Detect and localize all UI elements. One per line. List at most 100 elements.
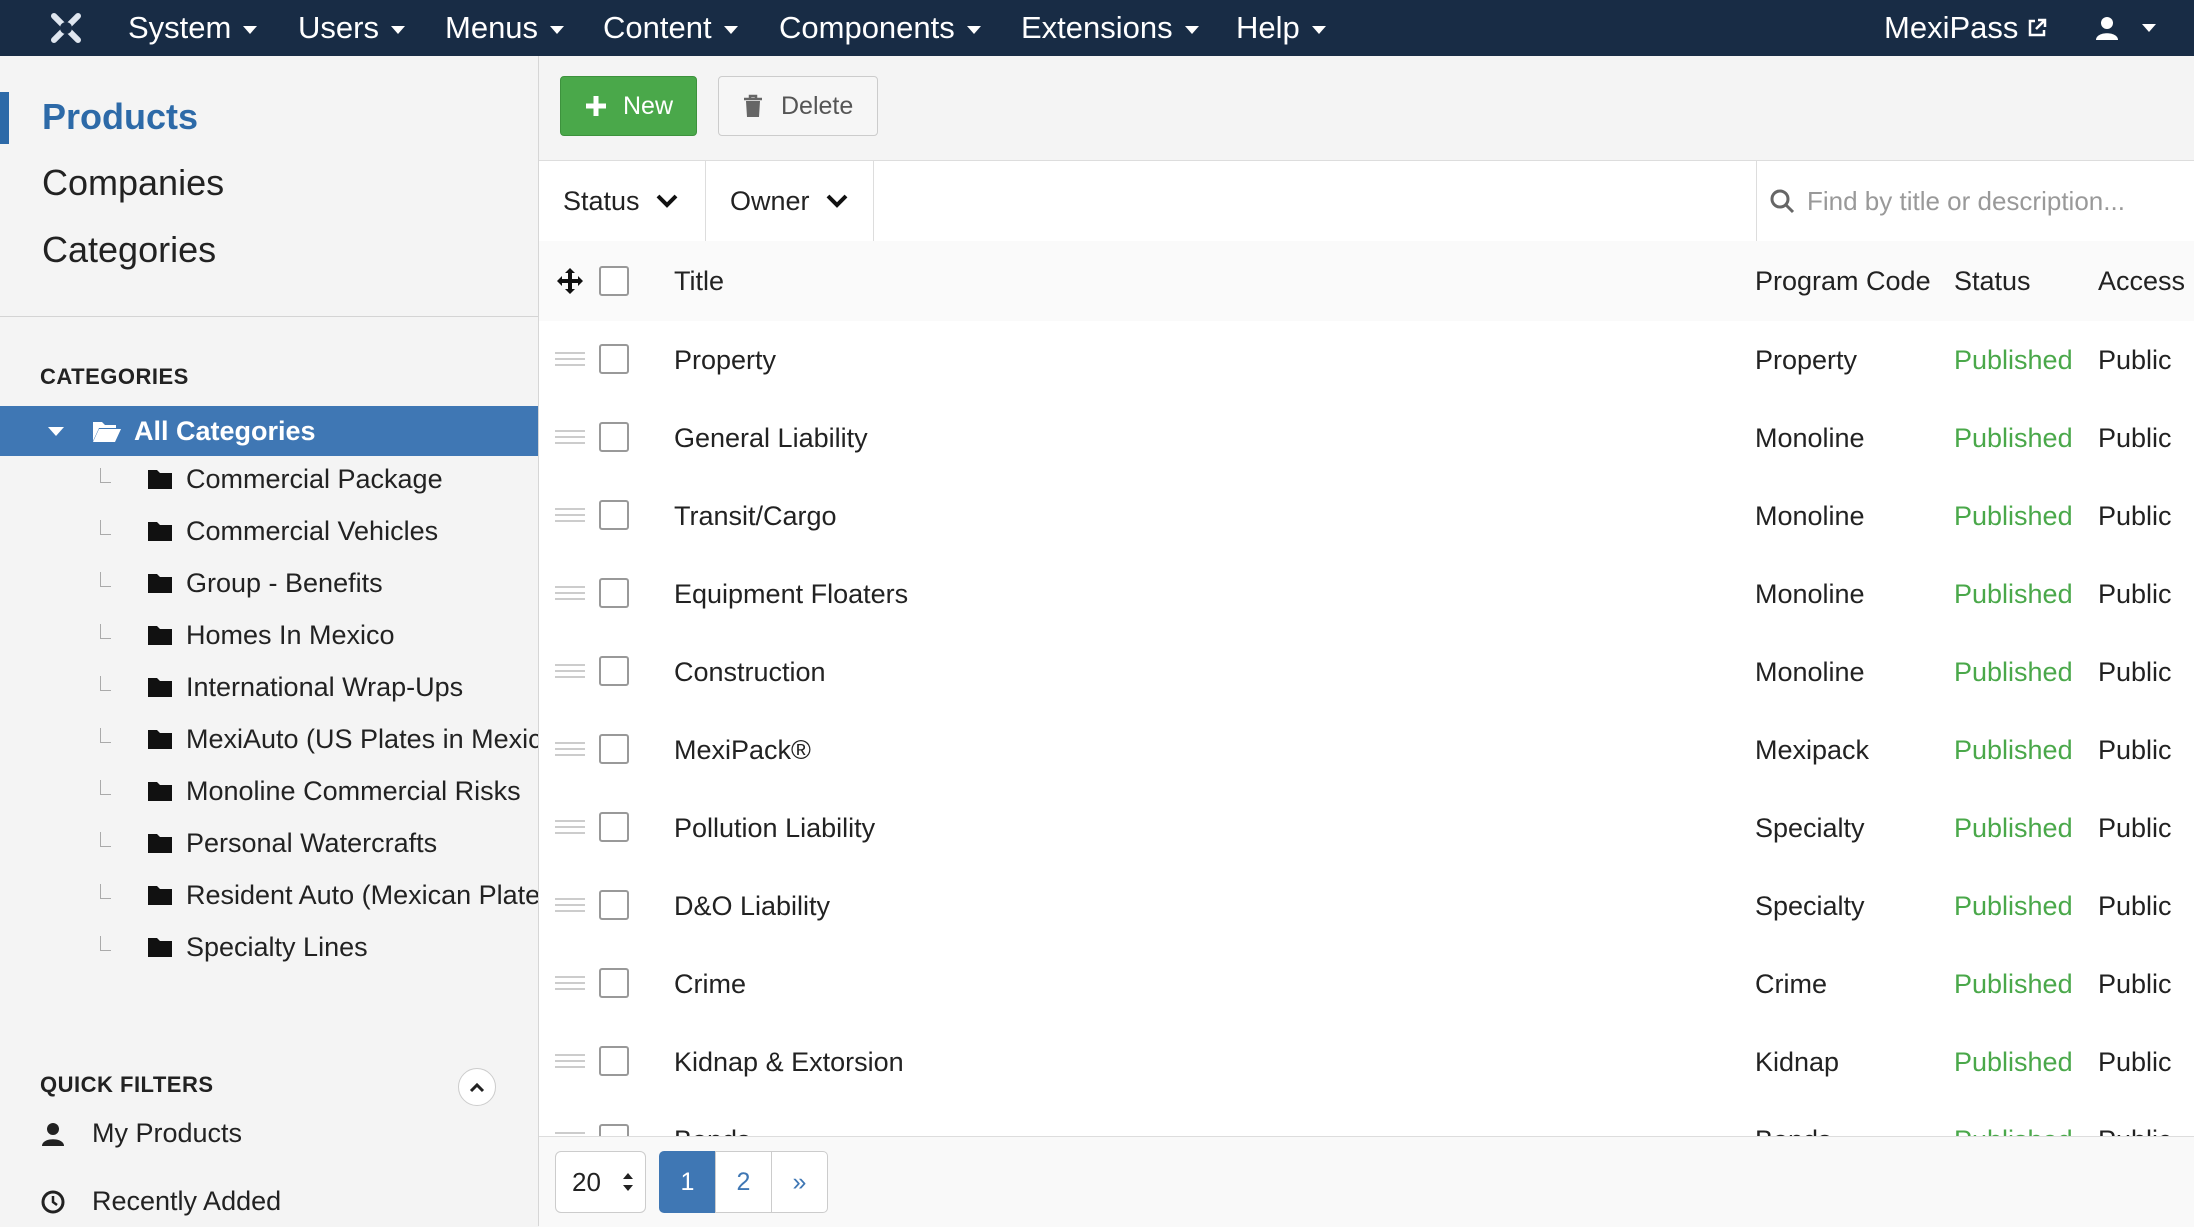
- search-input[interactable]: Find by title or description...: [1756, 161, 2194, 241]
- table-row[interactable]: Equipment Floaters Monoline Published Publi…: [539, 555, 2194, 634]
- sidebar-item-categories[interactable]: Categories: [42, 229, 216, 271]
- row-checkbox[interactable]: [599, 812, 629, 842]
- caret-down-icon[interactable]: [48, 426, 64, 436]
- owner-filter-dropdown[interactable]: Owner: [706, 161, 874, 241]
- cell-status[interactable]: Published: [1954, 477, 2073, 555]
- drag-handle-icon[interactable]: [555, 508, 585, 522]
- cell-title[interactable]: Kidnap & Extorsion: [674, 1023, 904, 1101]
- drag-handle-icon[interactable]: [555, 430, 585, 444]
- table-row[interactable]: MexiPack® Mexipack Published Public: [539, 711, 2194, 790]
- cell-status[interactable]: Published: [1954, 789, 2073, 867]
- row-checkbox[interactable]: [599, 344, 629, 374]
- cell-title[interactable]: General Liability: [674, 399, 868, 477]
- category-item[interactable]: Specialty Lines: [0, 926, 538, 970]
- cell-status[interactable]: Published: [1954, 321, 2073, 399]
- collapse-quick-filters-button[interactable]: [458, 1068, 496, 1106]
- cell-status[interactable]: Published: [1954, 399, 2073, 477]
- menu-components[interactable]: Components: [779, 0, 981, 56]
- table-row[interactable]: Property Property Published Public: [539, 321, 2194, 400]
- joomla-logo-icon[interactable]: [44, 6, 88, 50]
- cell-status[interactable]: Published: [1954, 945, 2073, 1023]
- cell-title[interactable]: Pollution Liability: [674, 789, 875, 867]
- category-item[interactable]: Personal Watercrafts: [0, 822, 538, 866]
- table-row[interactable]: Bonds Bonds Published Public: [539, 1101, 2194, 1136]
- category-item[interactable]: Homes In Mexico: [0, 614, 538, 658]
- delete-button[interactable]: Delete: [718, 76, 878, 136]
- user-menu[interactable]: [2094, 0, 2156, 56]
- row-checkbox[interactable]: [599, 422, 629, 452]
- row-checkbox[interactable]: [599, 1046, 629, 1076]
- cell-title[interactable]: Bonds: [674, 1101, 751, 1137]
- quick-filter-recently-added[interactable]: Recently Added: [40, 1186, 281, 1217]
- drag-handle-icon[interactable]: [555, 742, 585, 756]
- cell-title[interactable]: MexiPack®: [674, 711, 811, 789]
- column-access[interactable]: Access: [2098, 241, 2185, 321]
- column-program-code[interactable]: Program Code: [1755, 241, 1931, 321]
- status-filter-dropdown[interactable]: Status: [539, 161, 706, 241]
- cell-title[interactable]: Property: [674, 321, 776, 399]
- cell-program-code: Crime: [1755, 968, 1827, 999]
- category-item[interactable]: Commercial Package: [0, 458, 538, 502]
- category-item[interactable]: Monoline Commercial Risks: [0, 770, 538, 814]
- list-limit-select[interactable]: 20: [555, 1151, 646, 1213]
- drag-handle-icon[interactable]: [555, 664, 585, 678]
- caret-down-icon: [966, 26, 981, 34]
- column-status[interactable]: Status: [1954, 241, 2031, 321]
- sidebar-item-products[interactable]: Products: [42, 96, 198, 138]
- table-row[interactable]: Construction Monoline Published Public: [539, 633, 2194, 712]
- next-page-button[interactable]: »: [771, 1151, 828, 1213]
- category-item[interactable]: Commercial Vehicles: [0, 510, 538, 554]
- move-icon[interactable]: [556, 267, 584, 295]
- drag-handle-icon[interactable]: [555, 586, 585, 600]
- quick-filter-my-products[interactable]: My Products: [40, 1118, 242, 1149]
- drag-handle-icon[interactable]: [555, 1054, 585, 1068]
- menu-users[interactable]: Users: [298, 0, 405, 56]
- drag-handle-icon[interactable]: [555, 976, 585, 990]
- cell-status[interactable]: Published: [1954, 711, 2073, 789]
- row-checkbox[interactable]: [599, 968, 629, 998]
- table-row[interactable]: Transit/Cargo Monoline Published Public: [539, 477, 2194, 556]
- cell-status[interactable]: Published: [1954, 867, 2073, 945]
- cell-status[interactable]: Published: [1954, 555, 2073, 633]
- row-checkbox[interactable]: [599, 500, 629, 530]
- sidebar-item-companies[interactable]: Companies: [42, 162, 224, 204]
- cell-title[interactable]: D&O Liability: [674, 867, 830, 945]
- category-item[interactable]: Group - Benefits: [0, 562, 538, 606]
- menu-menus[interactable]: Menus: [445, 0, 565, 56]
- row-checkbox[interactable]: [599, 890, 629, 920]
- menu-extensions[interactable]: Extensions: [1021, 0, 1199, 56]
- cell-status[interactable]: Published: [1954, 1023, 2073, 1101]
- cell-status[interactable]: Published: [1954, 1101, 2073, 1137]
- page-1-button[interactable]: 1: [659, 1151, 716, 1213]
- menu-content[interactable]: Content: [603, 0, 738, 56]
- folder-icon: [148, 522, 172, 541]
- row-checkbox[interactable]: [599, 734, 629, 764]
- page-2-button[interactable]: 2: [715, 1151, 772, 1213]
- menu-help[interactable]: Help: [1236, 0, 1326, 56]
- row-checkbox[interactable]: [599, 1124, 629, 1136]
- table-row[interactable]: Crime Crime Published Public: [539, 945, 2194, 1024]
- drag-handle-icon[interactable]: [555, 898, 585, 912]
- column-title[interactable]: Title: [674, 241, 724, 321]
- row-checkbox[interactable]: [599, 656, 629, 686]
- cell-status[interactable]: Published: [1954, 633, 2073, 711]
- new-button[interactable]: New: [560, 76, 697, 136]
- site-link[interactable]: MexiPass: [1884, 0, 2048, 56]
- cell-title[interactable]: Transit/Cargo: [674, 477, 837, 555]
- table-row[interactable]: Pollution Liability Specialty Published Pub…: [539, 789, 2194, 868]
- cell-title[interactable]: Equipment Floaters: [674, 555, 908, 633]
- select-all-checkbox[interactable]: [599, 266, 629, 296]
- cell-title[interactable]: Construction: [674, 633, 826, 711]
- cell-title[interactable]: Crime: [674, 945, 746, 1023]
- category-item[interactable]: Resident Auto (Mexican Plates): [0, 874, 538, 918]
- drag-handle-icon[interactable]: [555, 352, 585, 366]
- menu-system[interactable]: System: [128, 0, 258, 56]
- table-row[interactable]: D&O Liability Specialty Published Public: [539, 867, 2194, 946]
- row-checkbox[interactable]: [599, 578, 629, 608]
- drag-handle-icon[interactable]: [555, 820, 585, 834]
- table-row[interactable]: General Liability Monoline Published Public: [539, 399, 2194, 478]
- category-item[interactable]: MexiAuto (US Plates in Mexico): [0, 718, 538, 762]
- category-item[interactable]: International Wrap-Ups: [0, 666, 538, 710]
- table-row[interactable]: Kidnap & Extorsion Kidnap Published Public: [539, 1023, 2194, 1102]
- category-all[interactable]: All Categories: [0, 406, 538, 456]
